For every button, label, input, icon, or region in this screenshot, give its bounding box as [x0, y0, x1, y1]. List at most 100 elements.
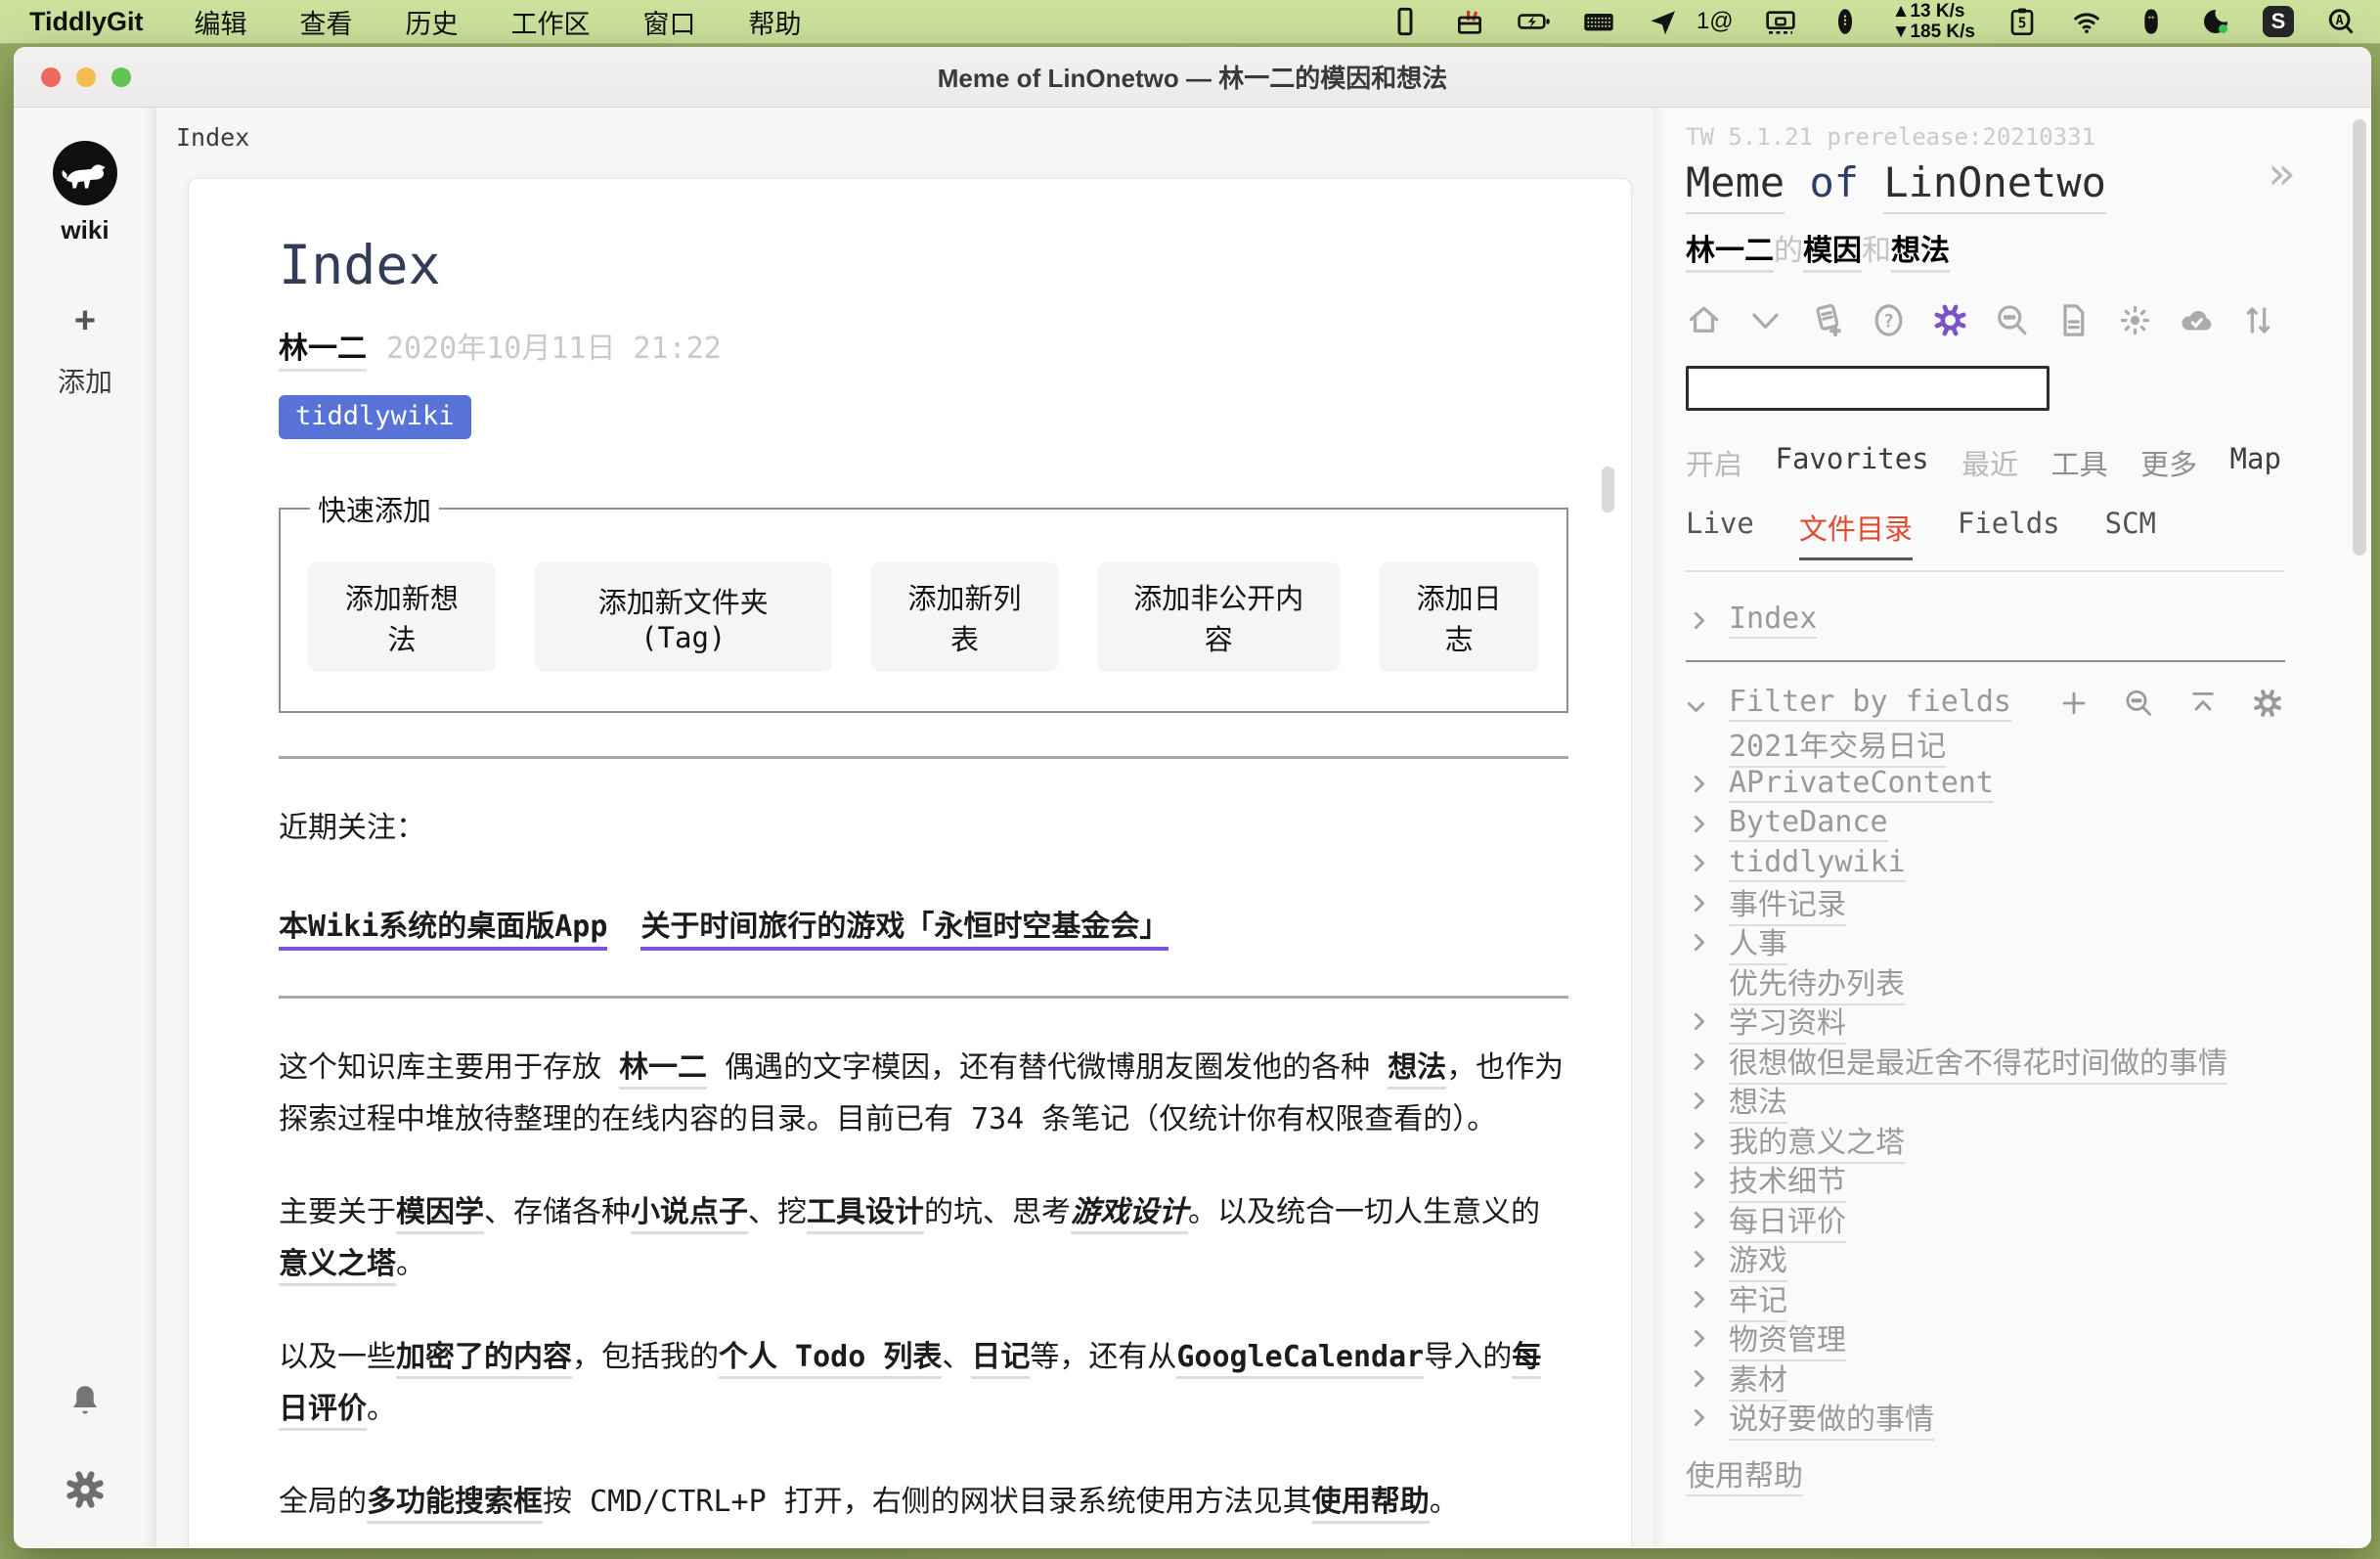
internal-link[interactable]: 模因学: [396, 1195, 484, 1234]
tree-row[interactable]: 技术细节: [1686, 1161, 2285, 1201]
filter-by-fields-label[interactable]: Filter by fields: [1729, 685, 2011, 722]
add-icon[interactable]: [2058, 688, 2090, 719]
chevron-right-icon[interactable]: [1686, 1015, 1729, 1028]
quick-add-button[interactable]: 添加非公开内容: [1097, 562, 1340, 672]
subtitle-link[interactable]: 林一二: [1686, 234, 1774, 273]
chevron-right-icon[interactable]: [1686, 778, 1729, 790]
tree-item-label[interactable]: tiddlywiki: [1729, 845, 1906, 882]
tree-index-label[interactable]: Index: [1729, 601, 1817, 639]
open-file-icon[interactable]: [2055, 302, 2092, 338]
internal-link[interactable]: 多功能搜索框: [367, 1485, 543, 1524]
battery-icon[interactable]: [1517, 6, 1552, 37]
internal-link[interactable]: 工具设计: [807, 1195, 924, 1234]
chevron-right-icon[interactable]: [1686, 1372, 1729, 1385]
menu-item[interactable]: 编辑: [195, 3, 247, 41]
tree-row[interactable]: 学习资料: [1686, 1002, 2285, 1043]
new-tiddler-icon[interactable]: [1809, 302, 1845, 338]
tree-row[interactable]: 每日评价: [1686, 1200, 2285, 1240]
chevron-right-icon[interactable]: [1686, 1174, 1729, 1186]
add-workspace-label[interactable]: 添加: [58, 361, 112, 400]
display-mirror-icon[interactable]: [1763, 6, 1798, 37]
cloud-save-icon[interactable]: [2179, 302, 2215, 338]
chevron-right-icon[interactable]: [1686, 1214, 1729, 1226]
menu-item[interactable]: 工作区: [511, 3, 591, 41]
external-link[interactable]: 本Wiki系统的桌面版App: [279, 910, 607, 951]
status-dot-icon[interactable]: [2198, 6, 2233, 37]
keyboard-icon[interactable]: [1581, 6, 1616, 37]
quick-add-button[interactable]: 添加新想法: [308, 562, 496, 672]
quick-add-button[interactable]: 添加新列表: [871, 562, 1059, 672]
theme-icon[interactable]: [2117, 302, 2153, 338]
tree-row[interactable]: 我的意义之塔: [1686, 1121, 2285, 1161]
internal-link[interactable]: 加密了的内容: [396, 1340, 572, 1379]
tab-开启[interactable]: 开启: [1686, 442, 1742, 483]
subtitle-link[interactable]: 模因: [1803, 234, 1862, 273]
toolbox-icon[interactable]: [1452, 6, 1487, 37]
tab-SCM[interactable]: SCM: [2105, 507, 2156, 560]
settings-icon[interactable]: [1932, 302, 1968, 338]
subtitle-link[interactable]: 想法: [1891, 234, 1950, 273]
internal-link[interactable]: GoogleCalendar: [1176, 1340, 1424, 1379]
sidebar-scrollbar-thumb[interactable]: [2353, 119, 2366, 556]
tree-row[interactable]: 说好要做的事情: [1686, 1399, 2285, 1439]
tree-row-index[interactable]: Index: [1686, 600, 2285, 641]
site-subtitle[interactable]: 林一二的模因和想法: [1686, 226, 2285, 269]
menu-app-name[interactable]: TiddlyGit: [29, 7, 144, 37]
tree-row[interactable]: 人事: [1686, 923, 2285, 963]
minimize-button[interactable]: [76, 67, 96, 87]
advanced-search-icon[interactable]: [1994, 302, 2030, 338]
chevron-right-icon[interactable]: [1686, 1411, 1729, 1424]
internal-link[interactable]: 想法: [1388, 1050, 1446, 1090]
clipboard-icon[interactable]: 5: [2005, 6, 2040, 37]
tab-更多[interactable]: 更多: [2140, 442, 2197, 483]
menu-item[interactable]: 查看: [300, 3, 353, 41]
workspace-avatar[interactable]: [53, 141, 117, 205]
s-app-icon[interactable]: S: [2263, 6, 2294, 37]
menu-item[interactable]: 帮助: [749, 3, 802, 41]
menu-item[interactable]: 历史: [406, 3, 459, 41]
collapse-icon[interactable]: [2187, 688, 2219, 719]
tab-Favorites[interactable]: Favorites: [1775, 442, 1928, 483]
internal-link[interactable]: 个人 Todo 列表: [719, 1340, 942, 1379]
tab-工具[interactable]: 工具: [2051, 442, 2108, 483]
filter-by-fields-row[interactable]: Filter by fields: [1686, 682, 2285, 725]
tag-pill[interactable]: tiddlywiki: [279, 395, 471, 439]
phone-icon[interactable]: [1388, 6, 1423, 37]
tree-row[interactable]: tiddlywiki: [1686, 844, 2285, 884]
chevron-right-icon[interactable]: [1686, 897, 1729, 910]
open-tab-index[interactable]: Index: [156, 108, 1653, 178]
mouse-icon[interactable]: [1828, 6, 1863, 37]
sidebar-search-input[interactable]: [1686, 366, 2049, 411]
chevron-down-icon[interactable]: [1686, 697, 1729, 710]
internal-link[interactable]: 意义之塔: [279, 1247, 396, 1286]
tree-row[interactable]: 事件记录: [1686, 883, 2285, 923]
chevron-right-icon[interactable]: [1686, 1094, 1729, 1107]
notifications-bell-icon[interactable]: [65, 1381, 106, 1422]
home-icon[interactable]: [1686, 302, 1722, 338]
internal-link[interactable]: 小说点子: [631, 1195, 748, 1234]
tree-row[interactable]: APrivateContent: [1686, 765, 2285, 805]
filter-settings-icon[interactable]: [2252, 688, 2283, 719]
settings-gear-icon[interactable]: [65, 1469, 106, 1510]
site-title[interactable]: Meme of LinOnetwo: [1686, 158, 2285, 206]
tree-item-label[interactable]: 说好要做的事情: [1729, 1395, 1934, 1441]
bird-icon[interactable]: [2134, 6, 2169, 37]
spotlight-icon[interactable]: A: [2323, 6, 2358, 37]
internal-link[interactable]: 使用帮助: [1312, 1485, 1430, 1524]
tree-row[interactable]: 素材: [1686, 1359, 2285, 1399]
zoom-icon[interactable]: [2123, 688, 2154, 719]
tree-row[interactable]: 牢记: [1686, 1279, 2285, 1319]
collapse-sidebar-icon[interactable]: »: [2268, 151, 2295, 196]
site-title-link[interactable]: Meme: [1686, 158, 1785, 214]
tree-row[interactable]: 优先待办列表: [1686, 962, 2285, 1002]
wifi-icon[interactable]: [2069, 6, 2104, 37]
help-icon[interactable]: ?: [1871, 302, 1907, 338]
tree-row[interactable]: 游戏: [1686, 1240, 2285, 1280]
location-icon[interactable]: [1646, 6, 1681, 37]
tab-Fields[interactable]: Fields: [1958, 507, 2060, 560]
quick-add-button[interactable]: 添加新文件夹(Tag): [535, 562, 832, 672]
chevron-right-icon[interactable]: [1686, 936, 1729, 949]
workspace-label[interactable]: wiki: [61, 215, 109, 245]
quick-add-button[interactable]: 添加日志: [1379, 562, 1539, 672]
tab-Map[interactable]: Map: [2230, 442, 2281, 483]
